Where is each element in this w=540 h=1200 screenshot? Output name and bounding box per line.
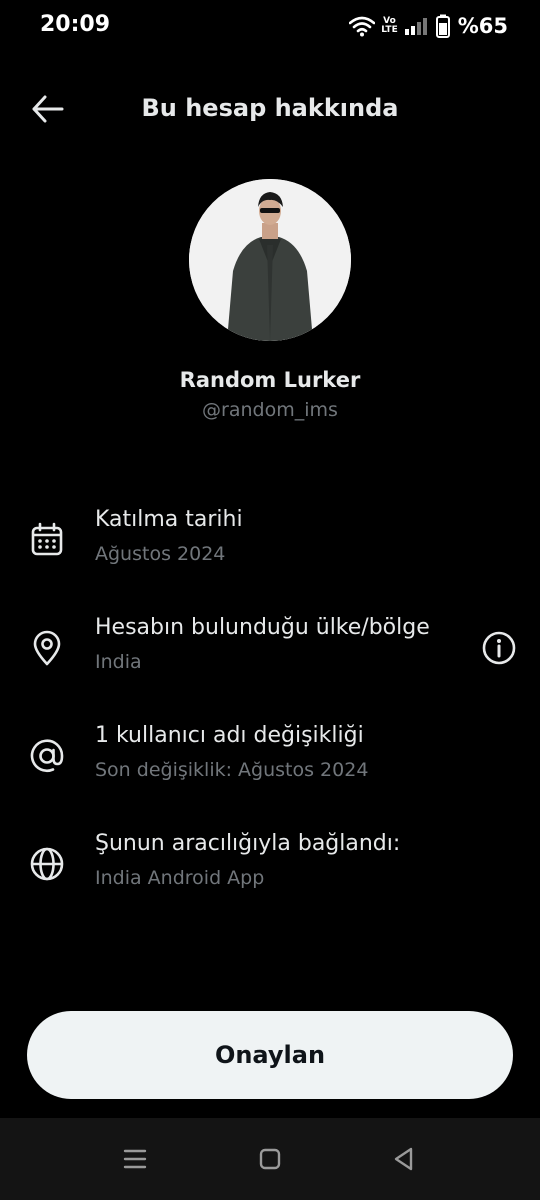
info-item-subtitle: Ağustos 2024: [95, 543, 226, 565]
menu-icon: [123, 1149, 147, 1169]
status-time: 20:09: [40, 12, 111, 37]
info-item-subtitle: India: [95, 651, 142, 673]
info-item-username-changes: 1 kullanıcı adı değişikliği Son değişikl…: [0, 723, 540, 803]
header: Bu hesap hakkında: [0, 80, 540, 138]
recent-apps-button[interactable]: [120, 1144, 150, 1174]
country-info-button[interactable]: [480, 629, 518, 667]
display-name: Random Lurker: [179, 368, 361, 392]
battery-icon: [435, 14, 450, 38]
status-icons: Vo LTE %65: [349, 13, 508, 39]
home-button[interactable]: [255, 1144, 285, 1174]
system-back-button[interactable]: [389, 1144, 419, 1174]
info-item-title: 1 kullanıcı adı değişikliği: [95, 723, 364, 748]
confirm-button[interactable]: Onaylan: [27, 1011, 513, 1099]
info-item-join-date: Katılma tarihi Ağustos 2024: [0, 507, 540, 587]
signal-icon: [404, 18, 427, 35]
info-item-title: Katılma tarihi: [95, 507, 243, 532]
avatar-image: [189, 179, 351, 341]
battery-percentage: %65: [457, 14, 508, 38]
info-item-subtitle: India Android App: [95, 867, 265, 889]
back-triangle-icon: [394, 1147, 413, 1171]
location-pin-icon: [33, 630, 61, 666]
username-handle: @random_ims: [202, 399, 338, 421]
at-sign-icon: [30, 739, 64, 773]
globe-icon: [30, 847, 64, 881]
info-item-subtitle: Son değişiklik: Ağustos 2024: [95, 759, 369, 781]
info-icon: [482, 631, 516, 665]
wifi-icon: [349, 16, 376, 37]
info-item-title: Hesabın bulunduğu ülke/bölge: [95, 615, 430, 640]
volte-icon: Vo LTE: [381, 17, 398, 35]
info-item-connected-via: Şunun aracılığıyla bağlandı: India Andro…: [0, 831, 540, 911]
page-title: Bu hesap hakkında: [141, 94, 399, 122]
status-bar: 20:09 Vo LTE %65: [0, 0, 540, 52]
home-square-icon: [259, 1148, 281, 1170]
volte-bottom-label: LTE: [381, 25, 398, 35]
avatar[interactable]: [189, 179, 351, 341]
calendar-icon: [31, 522, 63, 556]
info-item-country: Hesabın bulunduğu ülke/bölge India: [0, 615, 540, 695]
info-item-title: Şunun aracılığıyla bağlandı:: [95, 831, 401, 856]
system-nav-bar: [0, 1118, 540, 1200]
